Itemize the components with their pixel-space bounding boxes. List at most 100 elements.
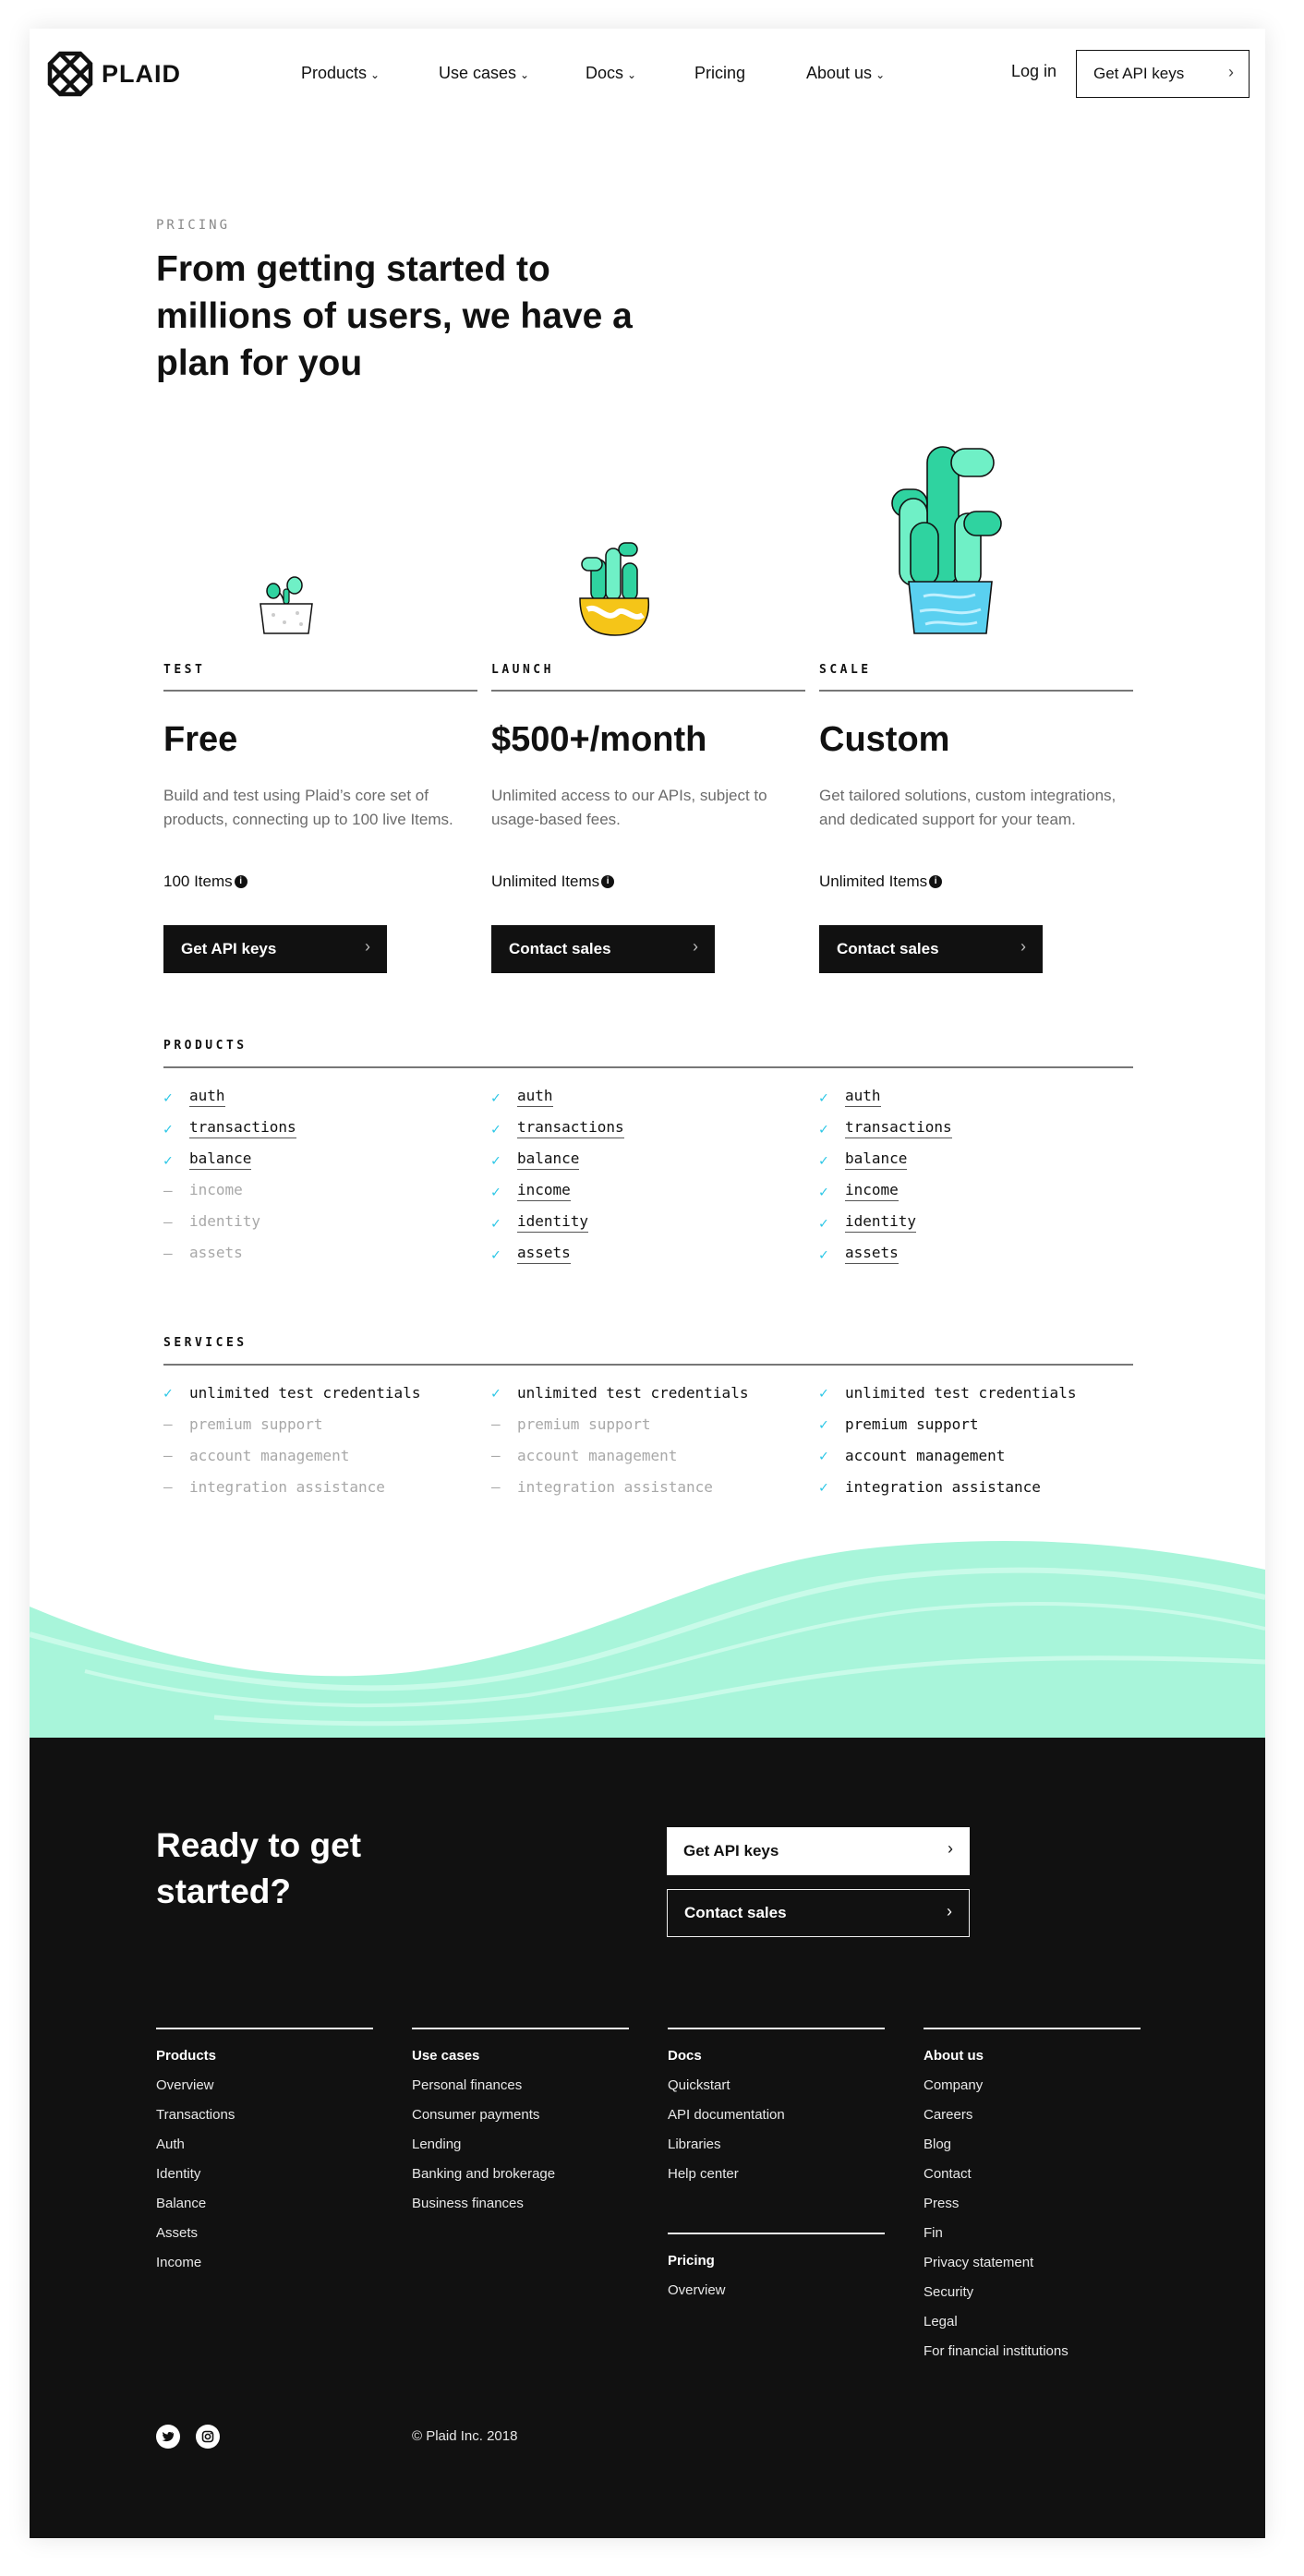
info-icon[interactable]: i <box>601 875 615 888</box>
footer-link[interactable]: Legal <box>924 2314 1141 2343</box>
footer-link[interactable]: Contact <box>924 2166 1141 2196</box>
medium-plant-illustration <box>579 542 650 636</box>
plan-test-price: Free <box>163 720 238 759</box>
footer-heading: Pricing <box>668 2252 715 2269</box>
plan-launch-label: LAUNCH <box>491 663 554 677</box>
footer-link[interactable]: Overview <box>156 2077 373 2107</box>
brand-name: PLAID <box>102 59 181 88</box>
items-count: 100 Items <box>163 873 233 890</box>
footer-link[interactable]: Quickstart <box>668 2077 885 2107</box>
info-icon[interactable]: i <box>929 875 943 888</box>
get-api-keys-button[interactable]: Get API keys › <box>1076 50 1250 98</box>
product-feature-name[interactable]: auth <box>845 1087 881 1107</box>
footer-link[interactable]: Transactions <box>156 2107 373 2137</box>
nav-docs[interactable]: Docs ⌄ <box>586 64 636 83</box>
dash-icon: – <box>163 1447 173 1464</box>
chevron-down-icon: ⌄ <box>875 68 886 81</box>
plan-launch-items: Unlimited Items i <box>491 873 615 891</box>
cta-title: Ready to get started? <box>156 1826 362 1910</box>
footer-get-api-keys-button[interactable]: Get API keys › <box>667 1827 970 1875</box>
footer-link[interactable]: Careers <box>924 2107 1141 2137</box>
nav-products[interactable]: Products ⌄ <box>301 64 380 83</box>
button-label: Get API keys <box>683 1842 779 1860</box>
footer-column-products: Products Overview Transactions Auth Iden… <box>156 2028 373 2284</box>
dash-icon: – <box>163 1182 173 1199</box>
plan-scale-items: Unlimited Items i <box>819 873 943 891</box>
product-feature-name[interactable]: identity <box>517 1212 589 1233</box>
footer-link[interactable]: Banking and brokerage <box>412 2166 629 2196</box>
footer-link[interactable]: Company <box>924 2077 1141 2107</box>
footer-link[interactable]: Overview <box>668 2282 885 2312</box>
service-feature-item: ✓ unlimited test credentials <box>819 1384 1076 1402</box>
chevron-down-icon: ⌄ <box>627 68 637 81</box>
nav-use-cases[interactable]: Use cases ⌄ <box>439 64 529 83</box>
product-feature-name[interactable]: identity <box>845 1212 917 1233</box>
product-feature-name[interactable]: auth <box>517 1087 553 1107</box>
footer-link[interactable]: Auth <box>156 2137 373 2166</box>
service-feature-item: – account management <box>163 1447 349 1464</box>
product-feature-name[interactable]: income <box>517 1181 571 1201</box>
plan-launch-contact-sales-button[interactable]: Contact sales › <box>491 925 715 973</box>
footer-link[interactable]: Fin <box>924 2225 1141 2255</box>
product-feature-name[interactable]: transactions <box>517 1118 624 1138</box>
footer-link[interactable]: Security <box>924 2284 1141 2314</box>
footer-link[interactable]: Business finances <box>412 2196 629 2225</box>
footer-link[interactable]: Balance <box>156 2196 373 2225</box>
twitter-icon[interactable] <box>156 2425 180 2449</box>
footer-link[interactable]: Lending <box>412 2137 629 2166</box>
info-icon[interactable]: i <box>234 875 248 888</box>
service-feature-name: integration assistance <box>189 1478 385 1496</box>
footer-link[interactable]: Press <box>924 2196 1141 2225</box>
service-feature-name: integration assistance <box>517 1478 713 1496</box>
instagram-icon[interactable] <box>196 2425 220 2449</box>
pricing-eyebrow: PRICING <box>156 218 231 233</box>
dash-icon: – <box>163 1478 173 1496</box>
product-feature-name[interactable]: auth <box>189 1087 225 1107</box>
footer-link[interactable]: API documentation <box>668 2107 885 2137</box>
product-feature-name[interactable]: transactions <box>189 1118 296 1138</box>
checkmark-icon: ✓ <box>819 1150 828 1169</box>
footer-link[interactable]: Privacy statement <box>924 2255 1141 2284</box>
footer-link[interactable]: Libraries <box>668 2137 885 2166</box>
divider <box>163 1066 1133 1068</box>
footer-link[interactable]: Income <box>156 2255 373 2284</box>
footer-link[interactable]: Consumer payments <box>412 2107 629 2137</box>
footer-link[interactable]: Identity <box>156 2166 373 2196</box>
service-feature-name: account management <box>517 1447 678 1464</box>
footer-link[interactable]: Help center <box>668 2166 885 2196</box>
services-section-label: SERVICES <box>163 1336 248 1350</box>
product-feature-item: ✓ balance <box>163 1150 252 1170</box>
items-count: Unlimited Items <box>491 873 600 890</box>
plan-test-get-api-keys-button[interactable]: Get API keys › <box>163 925 387 973</box>
product-feature-item: – assets <box>163 1244 243 1263</box>
product-feature-name[interactable]: transactions <box>845 1118 952 1138</box>
product-feature-item: ✓ auth <box>163 1087 225 1107</box>
product-feature-item: ✓ transactions <box>163 1118 296 1138</box>
nav-about-us[interactable]: About us ⌄ <box>806 64 885 83</box>
footer-column-docs: Docs Quickstart API documentation Librar… <box>668 2028 885 2196</box>
service-feature-item: ✓ unlimited test credentials <box>491 1384 748 1402</box>
service-feature-name: premium support <box>517 1415 651 1433</box>
checkmark-icon: ✓ <box>819 1245 828 1263</box>
footer-link[interactable]: For financial institutions <box>924 2343 1141 2373</box>
product-feature-name[interactable]: balance <box>845 1150 908 1170</box>
footer-link[interactable]: Personal finances <box>412 2077 629 2107</box>
plan-test-items: 100 Items i <box>163 873 248 891</box>
product-feature-name[interactable]: assets <box>517 1244 571 1264</box>
plan-scale-contact-sales-button[interactable]: Contact sales › <box>819 925 1043 973</box>
product-feature-name[interactable]: balance <box>189 1150 252 1170</box>
products-section-label: PRODUCTS <box>163 1039 248 1053</box>
large-plant-illustration <box>891 446 1002 634</box>
footer-contact-sales-button[interactable]: Contact sales › <box>667 1889 970 1937</box>
plaid-logo[interactable]: PLAID <box>47 51 181 97</box>
login-link[interactable]: Log in <box>1011 62 1056 81</box>
footer-link[interactable]: Assets <box>156 2225 373 2255</box>
checkmark-icon: ✓ <box>819 1478 828 1496</box>
product-feature-name[interactable]: balance <box>517 1150 580 1170</box>
product-feature-name[interactable]: assets <box>845 1244 899 1264</box>
checkmark-icon: ✓ <box>819 1447 828 1464</box>
footer-link[interactable]: Blog <box>924 2137 1141 2166</box>
footer: Ready to get started? Get API keys › Cont… <box>30 1738 1265 2538</box>
nav-pricing[interactable]: Pricing <box>694 64 745 83</box>
product-feature-name[interactable]: income <box>845 1181 899 1201</box>
